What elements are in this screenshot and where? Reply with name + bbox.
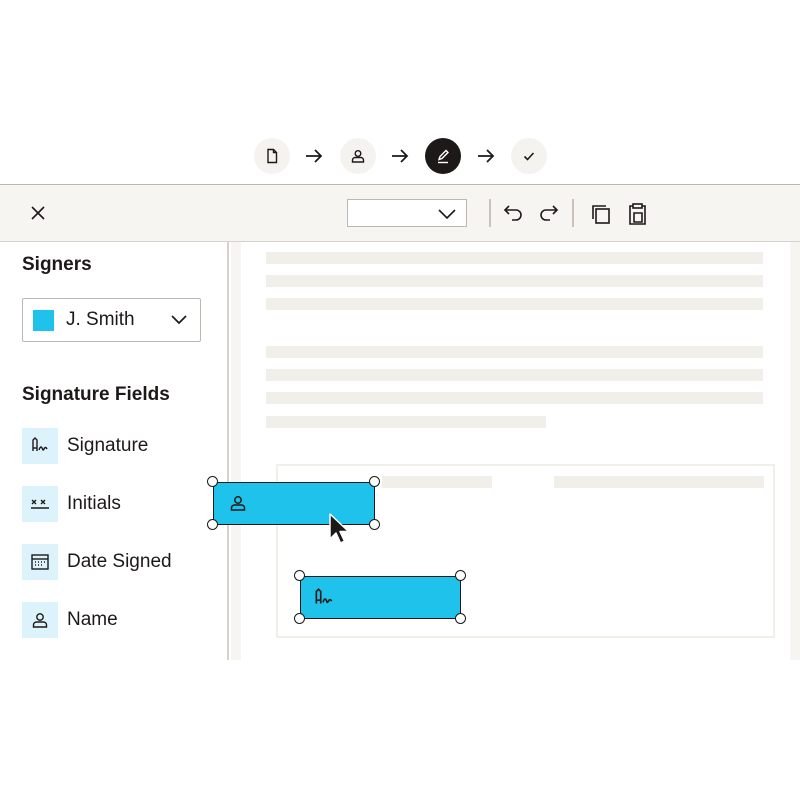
field-item-name[interactable]: Name: [22, 602, 222, 638]
field-label: Date Signed: [67, 551, 172, 572]
resize-handle[interactable]: [369, 476, 380, 487]
text-placeholder-line: [382, 476, 492, 488]
resize-handle[interactable]: [207, 476, 218, 487]
signers-heading: Signers: [22, 254, 92, 275]
field-label: Initials: [67, 493, 121, 514]
pen-icon: [437, 149, 449, 164]
step-signers[interactable]: [340, 138, 376, 174]
person-icon: [351, 150, 365, 163]
redo-icon[interactable]: [537, 201, 563, 227]
arrow-right-icon: [392, 149, 409, 163]
step-document[interactable]: [254, 138, 290, 174]
resize-handle[interactable]: [369, 519, 380, 530]
toolbar-divider: [489, 199, 491, 227]
workflow-stepper: [254, 138, 554, 174]
resize-handle[interactable]: [455, 570, 466, 581]
text-placeholder-line: [266, 298, 763, 310]
text-placeholder-line: [266, 275, 763, 287]
text-placeholder-line: [266, 252, 763, 264]
undo-icon[interactable]: [499, 201, 525, 227]
text-placeholder-line: [554, 476, 764, 488]
signature-icon: [32, 437, 48, 451]
resize-handle[interactable]: [294, 613, 305, 624]
person-icon: [32, 613, 48, 628]
text-placeholder-line: [266, 416, 546, 428]
arrow-right-icon: [306, 149, 323, 163]
resize-handle[interactable]: [455, 613, 466, 624]
signer-select[interactable]: J. Smith: [22, 298, 201, 342]
placed-field-signature[interactable]: [300, 576, 461, 619]
editor-toolbar: [0, 184, 800, 242]
step-fields[interactable]: [425, 138, 461, 174]
chevron-down-icon: [171, 315, 187, 325]
copy-icon[interactable]: [588, 201, 614, 227]
chevron-down-icon: [438, 209, 456, 220]
field-item-date-signed[interactable]: Date Signed: [22, 544, 222, 580]
signature-fields-heading: Signature Fields: [22, 384, 170, 405]
paste-icon[interactable]: [624, 201, 650, 227]
page-select[interactable]: [347, 199, 467, 227]
initials-icon: [31, 499, 49, 509]
text-placeholder-line: [266, 369, 763, 381]
text-placeholder-line: [266, 392, 763, 404]
signer-color-swatch: [33, 310, 54, 331]
person-icon: [230, 496, 246, 511]
document-icon: [267, 148, 278, 164]
sidebar: Signers J. Smith Signature Fields Signat…: [0, 242, 229, 660]
resize-handle[interactable]: [207, 519, 218, 530]
text-placeholder-line: [266, 346, 763, 358]
checkmark-icon: [523, 152, 535, 161]
field-label: Signature: [67, 435, 149, 456]
arrow-right-icon: [478, 149, 495, 163]
mouse-cursor-icon: [329, 513, 350, 544]
field-item-signature[interactable]: Signature: [22, 428, 222, 464]
field-label: Name: [67, 609, 118, 630]
placed-field-name[interactable]: [213, 482, 375, 525]
toolbar-divider: [572, 199, 574, 227]
signer-name: J. Smith: [66, 309, 135, 330]
resize-handle[interactable]: [294, 570, 305, 581]
step-review[interactable]: [511, 138, 547, 174]
signature-icon: [315, 588, 333, 604]
calendar-icon: [31, 554, 49, 570]
close-icon[interactable]: [26, 201, 50, 225]
field-item-initials[interactable]: Initials: [22, 486, 222, 522]
